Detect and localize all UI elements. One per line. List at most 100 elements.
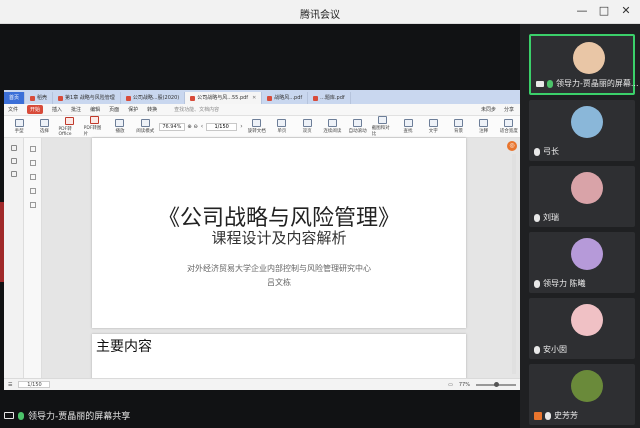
prev-page-icon[interactable]: ‹: [201, 123, 203, 130]
single-page-button[interactable]: 单页: [271, 119, 293, 134]
document-area[interactable]: 《公司战略与风险管理》 课程设计及内容解析 对外经济贸易大学企业内部控制与风险管…: [4, 138, 520, 384]
tab-doc-1[interactable]: 第1章 战略与风险管理: [53, 92, 121, 104]
avatar: [571, 106, 603, 138]
participant-name: 安小囡: [543, 345, 567, 354]
search-input[interactable]: 查找功能、文档内容: [174, 106, 219, 113]
nav-toggle-icon[interactable]: ☰: [8, 382, 12, 388]
auto-scroll-button[interactable]: 自动滚动: [346, 119, 368, 134]
tab-doc-active[interactable]: 公司战略与风...55.pdf ✕: [185, 92, 263, 104]
fit-width-icon: [504, 119, 514, 127]
continuous-button[interactable]: 连续阅读: [321, 119, 343, 134]
participant-name: 史芳芳: [554, 411, 578, 420]
tab-docer[interactable]: 稻壳: [25, 92, 54, 104]
participant-label: 领导力 陈曦: [534, 278, 586, 289]
participant-name: 领导力 陈曦: [543, 279, 586, 288]
tab-home[interactable]: 首页: [4, 92, 26, 104]
menu-protect[interactable]: 保护: [128, 106, 138, 113]
menu-page[interactable]: 页面: [109, 106, 119, 113]
next-page-icon[interactable]: ›: [240, 123, 242, 130]
tab-doc-2[interactable]: 公司战略...股(2020): [121, 92, 186, 104]
window-title: 腾讯会议: [300, 10, 340, 21]
hand-tool-button[interactable]: 手型: [8, 119, 30, 134]
shared-wps-window[interactable]: 首页 稻壳 第1章 战略与风险管理 公司战略...股(2020) 公司战略与风.…: [4, 90, 520, 390]
share-button[interactable]: 分享: [504, 106, 514, 113]
zoom-slider[interactable]: [476, 381, 516, 387]
signature-icon[interactable]: [29, 202, 36, 208]
convert-icon: [65, 116, 75, 125]
menu-file[interactable]: 文件: [8, 106, 18, 113]
participant-tile[interactable]: 领导力 陈曦: [529, 232, 635, 293]
thumbnail-icon[interactable]: [10, 158, 17, 164]
participant-label: 史芳芳: [534, 410, 578, 421]
wps-status-bar: ☰ 1/150 ▭ 77%: [4, 378, 520, 390]
participant-tile[interactable]: 弓长: [529, 100, 635, 161]
monitor-icon: [536, 80, 544, 87]
zoom-input[interactable]: 76.94%: [159, 122, 186, 131]
avatar: [573, 42, 605, 74]
text-button[interactable]: 文字: [422, 119, 444, 134]
find-button[interactable]: 查找: [397, 119, 419, 134]
text-icon: [428, 119, 438, 127]
fit-width-button[interactable]: 适合宽度: [498, 119, 520, 134]
tab-doc-5[interactable]: ...题库.pdf: [308, 92, 351, 104]
page-input[interactable]: 1/150: [206, 122, 238, 131]
mic-icon: [18, 411, 24, 420]
status-page-input[interactable]: 1/150: [18, 381, 51, 388]
wps-toolbar: 手型 选择 PDF转Office PDF转图片 播放 阅读模式 76.94% ⊕…: [4, 116, 520, 138]
menu-start[interactable]: 开始: [27, 105, 44, 114]
pdf-icon: [125, 95, 131, 101]
mic-icon: [534, 147, 540, 156]
double-page-button[interactable]: 双页: [296, 119, 318, 134]
close-icon[interactable]: ✕: [252, 92, 256, 104]
menu-insert[interactable]: 插入: [52, 106, 62, 113]
select-tool-button[interactable]: 选择: [33, 119, 55, 134]
menu-comment[interactable]: 批注: [71, 106, 81, 113]
menu-convert[interactable]: 转换: [147, 106, 157, 113]
tab-doc-4[interactable]: 战略风...pdf: [262, 92, 309, 104]
zoom-in-icon[interactable]: ⊕: [187, 124, 191, 130]
settings-icon[interactable]: [10, 145, 17, 151]
screenshot-button[interactable]: 截图和对比: [372, 116, 394, 137]
double-page-icon: [302, 119, 312, 127]
nav-panel: [24, 138, 42, 378]
pdf-icon: [58, 95, 64, 101]
user-icon: [534, 411, 542, 420]
close-button[interactable]: ✕: [618, 3, 634, 19]
view-mode-icon[interactable]: ▭: [448, 382, 453, 388]
participant-tile[interactable]: 刘瑞: [529, 166, 635, 227]
scissors-icon: [378, 116, 388, 124]
participant-tile[interactable]: 安小囡: [529, 298, 635, 359]
pdf-icon: [313, 95, 319, 101]
maximize-button[interactable]: □: [596, 3, 612, 19]
bookmark-icon[interactable]: [29, 146, 36, 152]
pages-icon[interactable]: [29, 160, 36, 166]
doc-author: 吕文栋: [267, 278, 291, 287]
window-titlebar: 腾讯会议 — □ ✕: [0, 0, 640, 24]
pdf-to-image-button[interactable]: PDF转图片: [84, 116, 106, 137]
hand-icon: [14, 119, 24, 127]
mic-icon: [547, 79, 553, 88]
search-icon: [403, 119, 413, 127]
annotate-button[interactable]: 注释: [473, 119, 495, 134]
participant-tile[interactable]: 史芳芳: [529, 364, 635, 425]
background-button[interactable]: 背景: [447, 119, 469, 134]
status-zoom[interactable]: 77%: [459, 382, 470, 388]
participant-tile[interactable]: 领导力-贾晶丽的屏幕...: [529, 34, 639, 95]
menu-edit[interactable]: 编辑: [90, 106, 100, 113]
assistant-icon[interactable]: ◎: [507, 141, 517, 151]
sync-status[interactable]: 未同步: [481, 106, 496, 113]
pdf-to-office-button[interactable]: PDF转Office: [58, 116, 80, 137]
reading-mode-button[interactable]: 阅读模式: [134, 119, 156, 134]
zoom-out-icon[interactable]: ⊖: [194, 124, 198, 130]
background-icon: [453, 119, 463, 127]
image-icon: [90, 116, 100, 124]
comment-icon[interactable]: [29, 174, 36, 180]
minimize-button[interactable]: —: [574, 3, 590, 19]
rotate-button[interactable]: 旋转文档: [246, 119, 268, 134]
play-button[interactable]: 播放: [109, 119, 131, 134]
outline-icon[interactable]: [10, 171, 17, 177]
scroll-icon: [353, 119, 363, 127]
attachment-icon[interactable]: [29, 188, 36, 194]
vertical-scrollbar[interactable]: [512, 154, 516, 374]
continuous-icon: [327, 119, 337, 127]
